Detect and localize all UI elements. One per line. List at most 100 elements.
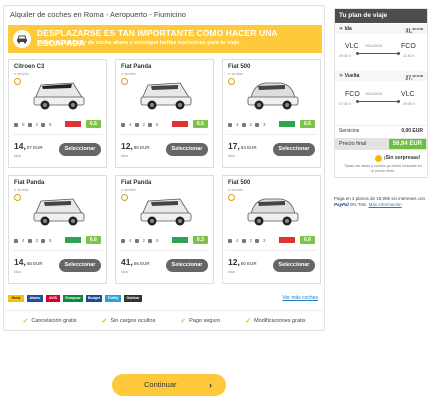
per-day-label: /día <box>14 153 21 158</box>
outbound-route: VLC 09/11/2023 FCO 09:40 h 11:40 h <box>339 43 416 58</box>
car-image <box>245 191 301 229</box>
provider-logo: Hertz <box>8 295 24 302</box>
seats-icon <box>14 238 18 243</box>
car-specs: 5 2 5 <box>14 122 52 127</box>
divider <box>119 250 210 251</box>
provider-logo <box>279 237 295 243</box>
car-similar: o similar <box>228 71 243 76</box>
door-icon <box>41 238 46 243</box>
car-specs: 4 2 3 <box>228 238 266 243</box>
car-image <box>31 191 87 229</box>
car-card[interactable]: Fiat 500 o similar 4 2 3 6.6 17,63 EUR /… <box>222 59 321 168</box>
per-day-label: /día <box>228 153 235 158</box>
provider-logo <box>65 237 81 243</box>
return-header[interactable]: ✈ Vuelta 27,96 EUR <box>335 71 427 82</box>
divider <box>12 134 103 135</box>
door-icon <box>148 122 153 127</box>
select-button[interactable]: Seleccionar <box>59 143 101 156</box>
rating-badge: 6.6 <box>86 120 101 128</box>
page-title: Alquiler de coches en Roma - Aeropuerto … <box>10 10 186 19</box>
car-card[interactable]: Fiat Panda o similar 4 2 5 6.6 14,65 EUR… <box>8 175 107 284</box>
rating-badge: 6.6 <box>300 236 315 244</box>
final-price-row: Precio final 59,94 EUR <box>335 138 427 150</box>
provider-logo: AVIS <box>46 295 60 302</box>
car-name: Fiat Panda <box>121 64 152 70</box>
door-icon <box>148 238 153 243</box>
car-card[interactable]: Fiat Panda o similar 4 2 5 6.3 41,56 EUR… <box>115 175 214 284</box>
check-icon: ✓ <box>245 317 252 325</box>
surprise-text: Todas las tasas y cuotas ya están inclui… <box>344 164 422 173</box>
divider <box>226 250 317 251</box>
car-similar: o similar <box>121 187 136 192</box>
door-icon <box>255 238 260 243</box>
car-card[interactable]: Citroen C3 o similar 5 2 5 6.6 14,07 EUR… <box>8 59 107 168</box>
return-price: 27,96 EUR <box>405 74 423 82</box>
outbound-header[interactable]: ✈ Ida 31,96 EUR <box>335 24 427 35</box>
check-icon: ✓ <box>101 317 108 325</box>
promo-subtitle: Reserva tu alquiler de coche ahora y con… <box>37 40 241 46</box>
car-radio[interactable] <box>14 194 21 201</box>
select-button[interactable]: Seleccionar <box>59 259 101 272</box>
seats-icon <box>228 122 232 127</box>
return-route: FCO 16/11/2023 VLC 07:00 h 09:05 h <box>339 91 415 106</box>
car-card[interactable]: Fiat 500 o similar 4 2 3 6.6 12,60 EUR /… <box>222 175 321 284</box>
car-specs: 4 2 3 <box>228 122 266 127</box>
outbound-price: 31,96 EUR <box>405 27 423 35</box>
car-price: 17,63 EUR <box>228 141 257 151</box>
trip-plan-sidebar: Tu plan de viaje ✈ Ida 31,96 EUR VLC 09/… <box>334 8 428 178</box>
car-card[interactable]: Fiat Panda o similar 4 2 5 6.6 12,80 EUR… <box>115 59 214 168</box>
payment-info: Paga en 3 plazos de 19,99€ sin intereses… <box>334 196 426 207</box>
services-row[interactable]: Servicios 0,00 EUR <box>335 125 427 135</box>
feature-item: ✓ Cancelación gratis <box>22 317 77 325</box>
car-name: Fiat Panda <box>121 180 152 186</box>
car-radio[interactable] <box>121 194 128 201</box>
provider-logo: Alamo <box>27 295 43 302</box>
car-radio[interactable] <box>14 78 21 85</box>
check-icon: ✓ <box>180 317 187 325</box>
car-specs: 4 2 5 <box>121 122 159 127</box>
select-button[interactable]: Seleccionar <box>273 143 315 156</box>
provider-logo <box>172 237 188 243</box>
promo-banner: DESPLAZARSE ES TAN IMPORTANTE COMO HACER… <box>8 25 322 53</box>
provider-logo: Europcar <box>63 295 83 302</box>
bag-icon <box>27 122 32 127</box>
divider <box>119 134 210 135</box>
feature-item: ✓ Modificaciones gratis <box>245 317 306 325</box>
car-radio[interactable] <box>228 78 235 85</box>
route-line <box>356 52 400 55</box>
car-image <box>31 75 87 113</box>
car-radio[interactable] <box>228 194 235 201</box>
car-radio[interactable] <box>121 78 128 85</box>
features-bar: ✓ Cancelación gratis ✓ Sin cargos ocultos … <box>4 310 324 330</box>
seats-icon <box>121 238 125 243</box>
provider-logo <box>279 121 295 127</box>
seats-icon <box>121 122 125 127</box>
car-name: Fiat 500 <box>228 64 251 70</box>
divider <box>226 134 317 135</box>
more-info-link[interactable]: Más información <box>369 202 402 207</box>
sidebar-title: Tu plan de viaje <box>335 9 427 23</box>
provider-logo <box>172 121 188 127</box>
provider-logo <box>65 121 81 127</box>
bag-icon <box>241 122 246 127</box>
select-button[interactable]: Seleccionar <box>166 259 208 272</box>
chevron-right-icon: › <box>209 380 212 390</box>
select-button[interactable]: Seleccionar <box>273 259 315 272</box>
rating-badge: 6.3 <box>193 236 208 244</box>
car-image <box>138 191 194 229</box>
car-name: Citroen C3 <box>14 64 45 70</box>
feature-item: ✓ Sin cargos ocultos <box>101 317 156 325</box>
route-line <box>356 100 400 103</box>
per-day-label: /día <box>228 269 235 274</box>
provider-logo: Goldcar <box>124 295 142 302</box>
continue-button[interactable]: Continuar › <box>112 374 226 396</box>
car-price: 14,65 EUR <box>14 257 43 267</box>
car-rental-panel: Alquiler de coches en Roma - Aeropuerto … <box>3 5 325 331</box>
car-name: Fiat 500 <box>228 180 251 186</box>
more-cars-link[interactable]: Ver más coches <box>282 295 318 301</box>
seats-icon <box>14 122 18 127</box>
select-button[interactable]: Seleccionar <box>166 143 208 156</box>
provider-logo: Thrifty <box>105 295 121 302</box>
bag-icon <box>27 238 32 243</box>
bag-icon <box>134 238 139 243</box>
